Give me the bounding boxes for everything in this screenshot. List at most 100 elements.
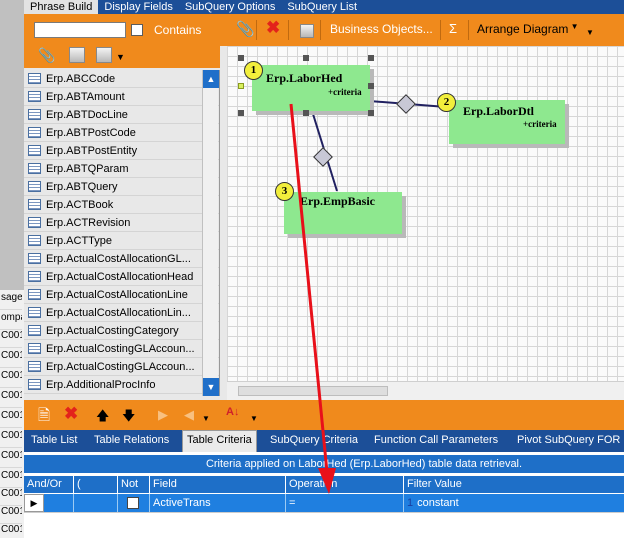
criteria-grid-header: And/Or ( Not Field Operation Filter Valu…: [24, 476, 624, 493]
background-panel-fill: [0, 0, 24, 290]
list-item[interactable]: Erp.ABTQuery: [24, 178, 219, 196]
arrow-left-icon: ◀: [184, 407, 194, 422]
tab-subquery-list[interactable]: SubQuery List: [281, 0, 363, 14]
tab-phrase-build[interactable]: Phrase Build: [24, 0, 99, 14]
list-item[interactable]: Erp.ACTRevision: [24, 214, 219, 232]
arrange-diagram-button[interactable]: Arrange Diagram ▼: [477, 22, 579, 36]
node-title: Erp.LaborHed: [266, 71, 343, 85]
tab-function-call-parameters[interactable]: Function Call Parameters: [374, 434, 498, 446]
delete-icon[interactable]: ✖: [266, 18, 280, 38]
toolbar-square-icon[interactable]: [69, 47, 85, 63]
list-item[interactable]: Erp.AdditionalProcInfo: [24, 376, 219, 394]
tab-subquery-options[interactable]: SubQuery Options: [179, 0, 282, 14]
column-header-filter-value[interactable]: Filter Value: [404, 476, 624, 493]
list-item[interactable]: Erp.ABTAmount: [24, 88, 219, 106]
query-designer-window: Phrase Build Display Fields SubQuery Opt…: [24, 0, 624, 538]
list-item[interactable]: Erp.ABTPostCode: [24, 124, 219, 142]
list-item[interactable]: Erp.ABCCode: [24, 70, 219, 88]
chevron-down-icon[interactable]: ▼: [202, 414, 210, 423]
business-objects-button[interactable]: Business Objects...: [330, 22, 433, 36]
cell-operation[interactable]: =: [286, 494, 404, 512]
list-item[interactable]: Erp.ActualCostingGLAccoun...: [24, 340, 219, 358]
column-header-andor[interactable]: And/Or: [24, 476, 74, 493]
link-icon[interactable]: 📎: [38, 47, 55, 63]
new-document-icon[interactable]: 🗎: [38, 405, 50, 430]
cell-not[interactable]: [118, 494, 150, 512]
list-item[interactable]: Erp.ABTPostEntity: [24, 142, 219, 160]
node-criteria: +criteria: [328, 87, 362, 97]
diagram-horizontal-scrollbar[interactable]: [227, 381, 624, 400]
cell-filter-value[interactable]: 1 constant: [404, 494, 624, 512]
selection-handle[interactable]: [238, 110, 244, 116]
scroll-up-icon[interactable]: ▲: [203, 70, 219, 88]
delete-icon[interactable]: ✖: [64, 404, 78, 424]
toolbar-separator: [440, 20, 441, 40]
cell-andor[interactable]: [44, 494, 74, 512]
toolbar-separator: [288, 20, 289, 40]
chevron-down-icon[interactable]: ▼: [116, 52, 126, 68]
cell-field[interactable]: ActiveTrans: [150, 494, 286, 512]
list-item[interactable]: Erp.ActualCostingCategory: [24, 322, 219, 340]
column-header-paren[interactable]: (: [74, 476, 118, 493]
tab-table-criteria[interactable]: Table Criteria: [182, 430, 257, 452]
background-row: C001: [0, 330, 22, 348]
background-row: C001: [0, 524, 22, 538]
table-icon: [28, 361, 41, 372]
diagram-canvas[interactable]: Erp.LaborHed +criteria 1 Erp.LaborDtl +c…: [227, 46, 624, 400]
tab-display-fields[interactable]: Display Fields: [98, 0, 178, 14]
tab-pivot-subquery-for[interactable]: Pivot SubQuery FOR: [517, 434, 620, 446]
list-item[interactable]: Erp.ACTBook: [24, 196, 219, 214]
link-icon[interactable]: 📎: [236, 20, 255, 38]
toolbar-square-icon[interactable]: [300, 24, 314, 38]
list-item[interactable]: Erp.ActualCostAllocationHead: [24, 268, 219, 286]
list-item[interactable]: Erp.ActualCostAllocationGL...: [24, 250, 219, 268]
table-icon: [28, 253, 41, 264]
node-criteria: +criteria: [523, 119, 557, 129]
table-list: Erp.ABCCode Erp.ABTAmount Erp.ABTDocLine Er…: [24, 70, 220, 396]
selection-handle[interactable]: [238, 55, 244, 61]
column-header-operation[interactable]: Operation: [286, 476, 404, 493]
tab-subquery-criteria[interactable]: SubQuery Criteria: [270, 434, 358, 446]
list-item[interactable]: Erp.ACTType: [24, 232, 219, 250]
scrollbar-thumb[interactable]: [238, 386, 388, 396]
table-icon: [28, 145, 41, 156]
selection-handle[interactable]: [368, 55, 374, 61]
sort-az-icon[interactable]: A↓: [226, 406, 239, 418]
column-header-field[interactable]: Field: [150, 476, 286, 493]
table-node-empbasic[interactable]: Erp.EmpBasic: [284, 192, 402, 234]
toolbar-square-icon[interactable]: [96, 47, 112, 63]
tab-table-list[interactable]: Table List: [31, 434, 77, 446]
selection-handle[interactable]: [368, 110, 374, 116]
list-item[interactable]: Erp.ActualCostingGLAccoun...: [24, 358, 219, 376]
tab-table-relations[interactable]: Table Relations: [94, 434, 169, 446]
list-item[interactable]: Erp.ActualCostAllocationLine: [24, 286, 219, 304]
selection-handle[interactable]: [238, 83, 244, 89]
list-item[interactable]: Erp.ABTDocLine: [24, 106, 219, 124]
list-item[interactable]: Erp.ABTQParam: [24, 160, 219, 178]
selection-handle[interactable]: [368, 83, 374, 89]
scroll-down-icon[interactable]: ▼: [203, 378, 219, 396]
toolbar-separator: [256, 20, 257, 40]
arrow-right-icon: ▶: [158, 407, 168, 422]
chevron-down-icon[interactable]: ▼: [586, 28, 594, 37]
not-checkbox[interactable]: [127, 497, 139, 509]
arrow-down-icon[interactable]: 🡇: [122, 407, 135, 429]
contains-checkbox[interactable]: [131, 24, 143, 36]
diagram-toolbar: 📎 ✖ Business Objects... Σ Arrange Diagra…: [220, 14, 624, 46]
list-item-label: Erp.ACTBook: [46, 198, 114, 211]
cell-paren[interactable]: [74, 494, 118, 512]
list-item[interactable]: Erp.ActualCostAllocationLin...: [24, 304, 219, 322]
selection-handle[interactable]: [303, 110, 309, 116]
selection-handle[interactable]: [303, 55, 309, 61]
table-search-input[interactable]: [34, 22, 126, 38]
arrow-up-icon[interactable]: 🡅: [96, 407, 109, 429]
chevron-down-icon[interactable]: ▼: [250, 414, 258, 423]
table-node-laborhed[interactable]: Erp.LaborHed +criteria: [252, 65, 370, 111]
sigma-icon[interactable]: Σ: [449, 21, 457, 36]
table-row[interactable]: ActiveTrans = 1 constant: [24, 494, 624, 512]
table-node-labordtl[interactable]: Erp.LaborDtl +criteria: [449, 100, 565, 144]
table-list-scrollbar[interactable]: ▲ ▼: [202, 70, 219, 396]
list-item-label: Erp.ACTRevision: [46, 216, 131, 229]
column-header-not[interactable]: Not: [118, 476, 150, 493]
node-number-badge: 1: [244, 61, 263, 80]
